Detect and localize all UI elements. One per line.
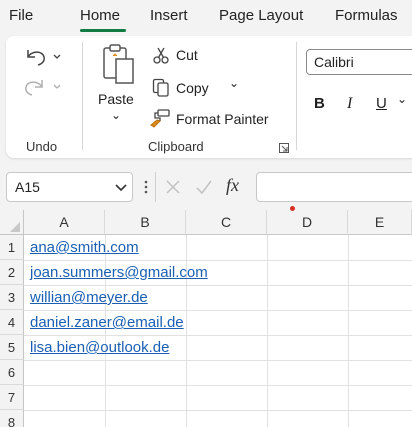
row-header-1[interactable]: 1 xyxy=(0,235,24,260)
menu-bar: File Home Insert Page Layout Formulas xyxy=(0,0,412,34)
cell-a3-email-link[interactable]: willian@meyer.de xyxy=(30,285,148,310)
formula-input[interactable] xyxy=(256,172,412,202)
name-box-value: A15 xyxy=(15,179,40,195)
select-all-icon xyxy=(10,222,20,232)
formula-bar: A15 fx xyxy=(0,168,412,206)
tab-page-layout[interactable]: Page Layout xyxy=(219,7,303,24)
column-header-d[interactable]: D xyxy=(267,210,348,235)
row-header-4[interactable]: 4 xyxy=(0,310,24,335)
select-all-corner[interactable] xyxy=(0,210,24,235)
cell-a4-email-link[interactable]: daniel.zaner@email.de xyxy=(30,310,184,335)
column-header-a[interactable]: A xyxy=(24,210,105,235)
gridline xyxy=(24,410,412,411)
column-header-b[interactable]: B xyxy=(105,210,186,235)
format-painter-button[interactable]: Format Painter xyxy=(176,111,269,127)
tab-file[interactable]: File xyxy=(9,7,33,24)
tab-formulas[interactable]: Formulas xyxy=(335,7,398,24)
underline-button[interactable]: U xyxy=(376,95,387,112)
column-header-e[interactable]: E xyxy=(348,210,412,235)
row-header-7[interactable]: 7 xyxy=(0,385,24,410)
tab-insert[interactable]: Insert xyxy=(150,7,188,24)
font-name-select[interactable]: Calibri xyxy=(306,49,412,75)
name-box[interactable]: A15 xyxy=(6,172,133,202)
row-header-5[interactable]: 5 xyxy=(0,335,24,360)
underline-dropdown-icon[interactable]: ⌄ xyxy=(397,92,407,106)
group-divider xyxy=(82,42,83,150)
gridline xyxy=(24,385,412,386)
enter-check-icon[interactable] xyxy=(195,179,213,195)
clipboard-group-label: Clipboard xyxy=(148,139,204,154)
chevron-down-icon[interactable] xyxy=(115,184,127,192)
gridline xyxy=(24,360,412,361)
italic-button[interactable]: I xyxy=(347,95,352,113)
active-tab-indicator xyxy=(80,29,126,32)
cut-icon[interactable] xyxy=(152,46,170,64)
group-divider xyxy=(296,42,297,150)
copy-button[interactable]: Copy xyxy=(176,80,209,96)
copy-icon[interactable] xyxy=(152,78,170,98)
worksheet-grid: A B C D E 1 2 3 4 5 6 7 8 ana@smith.com … xyxy=(0,206,412,427)
undo-group-label: Undo xyxy=(26,139,58,154)
format-painter-icon[interactable] xyxy=(150,108,172,128)
cell-a2-email-link[interactable]: joan.summers@gmail.com xyxy=(30,260,208,285)
column-header-c[interactable]: C xyxy=(186,210,267,235)
paste-icon[interactable] xyxy=(101,42,137,86)
copy-dropdown-icon[interactable]: ⌄ xyxy=(229,76,239,90)
tab-home[interactable]: Home xyxy=(80,7,120,24)
paste-dropdown-icon[interactable]: ⌄ xyxy=(111,108,121,122)
marker-dot xyxy=(290,206,295,211)
ribbon: Undo Paste ⌄ Cut Copy ⌄ Format Painter C… xyxy=(6,36,412,158)
row-header-2[interactable]: 2 xyxy=(0,260,24,285)
gridline xyxy=(348,235,349,427)
dialog-launcher-icon[interactable] xyxy=(279,143,289,153)
row-header-3[interactable]: 3 xyxy=(0,285,24,310)
bold-button[interactable]: B xyxy=(314,95,325,112)
cell-a1-email-link[interactable]: ana@smith.com xyxy=(30,235,139,260)
undo-icon[interactable] xyxy=(22,46,62,68)
redo-icon[interactable] xyxy=(22,76,62,98)
row-header-6[interactable]: 6 xyxy=(0,360,24,385)
cut-button[interactable]: Cut xyxy=(176,47,198,63)
paste-button[interactable]: Paste xyxy=(98,91,134,107)
more-options-icon[interactable] xyxy=(143,180,149,194)
row-header-8[interactable]: 8 xyxy=(0,410,24,427)
insert-function-button[interactable]: fx xyxy=(226,175,239,196)
font-name-value: Calibri xyxy=(314,54,354,70)
gridline xyxy=(267,235,268,427)
formula-divider xyxy=(155,172,156,202)
cell-a5-email-link[interactable]: lisa.bien@outlook.de xyxy=(30,335,169,360)
cancel-icon[interactable] xyxy=(165,179,181,195)
